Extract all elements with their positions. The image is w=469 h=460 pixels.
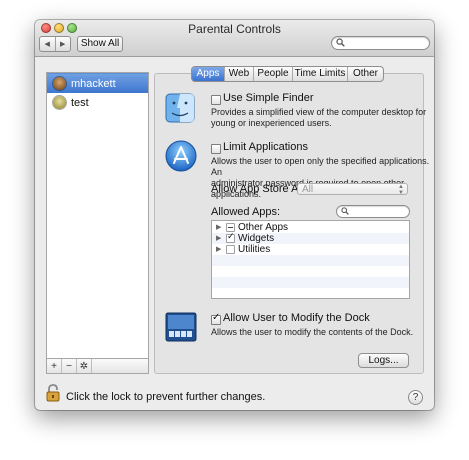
list-item-widgets[interactable]: ▶ Widgets [212, 231, 409, 244]
list-item-label: Utilities [238, 244, 271, 255]
forward-button[interactable]: ▶ [54, 37, 71, 51]
preferences-search-input[interactable] [346, 37, 422, 49]
widgets-checkbox[interactable] [226, 231, 235, 243]
search-icon [341, 207, 349, 215]
list-item-utilities[interactable]: ▶ Utilities [212, 244, 409, 255]
disclosure-triangle-icon[interactable]: ▶ [216, 245, 221, 253]
description-line: young or inexperienced users. [211, 118, 332, 128]
limit-applications-label: Limit Applications [223, 141, 308, 153]
parental-controls-window: Parental Controls ◀ ▶ Show All mhackett … [35, 20, 434, 410]
select-value: All [302, 184, 314, 195]
user-row-test[interactable]: test [47, 93, 148, 112]
utilities-checkbox[interactable] [226, 245, 235, 254]
preferences-search-field[interactable] [331, 36, 430, 50]
allowed-apps-search-field[interactable] [336, 205, 410, 218]
empty-row [212, 266, 409, 277]
list-item-other-apps[interactable]: ▶ Other Apps [212, 222, 409, 233]
user-name: mhackett [71, 77, 116, 90]
back-arrow-icon: ◀ [44, 41, 50, 48]
title-bar: Parental Controls ◀ ▶ Show All [35, 20, 434, 57]
limit-applications-checkbox[interactable] [211, 144, 221, 154]
gear-icon: ✲ [79, 360, 89, 372]
empty-row [212, 277, 409, 288]
user-row-mhackett[interactable]: mhackett [47, 73, 148, 93]
select-arrows-icon: ▲ ▼ [398, 184, 404, 196]
user-action-button[interactable]: ✲ [77, 359, 92, 373]
allowed-apps-label: Allowed Apps: [211, 206, 281, 218]
modify-dock-description: Allows the user to modify the contents o… [211, 327, 414, 337]
plus-icon: + [51, 360, 57, 372]
minus-icon: − [66, 360, 72, 372]
user-name: test [71, 96, 89, 109]
allowed-apps-list: ▶ Other Apps ▶ Widgets ▶ Utilities [211, 220, 410, 299]
tab-other[interactable]: Other [347, 67, 383, 81]
back-button[interactable]: ◀ [40, 37, 55, 51]
dock-icon [165, 312, 197, 342]
simple-finder-checkbox[interactable] [211, 95, 221, 105]
user-list-footer: + − ✲ [47, 358, 148, 373]
help-button[interactable]: ? [408, 390, 423, 405]
tab-bar: Apps Web People Time Limits Other [191, 66, 384, 82]
remove-user-button[interactable]: − [62, 359, 77, 373]
description-line: Provides a simplified view of the comput… [211, 107, 427, 117]
search-icon [336, 38, 345, 47]
disclosure-triangle-icon[interactable]: ▶ [216, 223, 221, 231]
window-title: Parental Controls [188, 22, 281, 36]
add-user-button[interactable]: + [47, 359, 62, 373]
empty-row [212, 255, 409, 266]
user-avatar-icon [53, 77, 66, 90]
user-list: mhackett test + − ✲ [46, 72, 149, 374]
description-line: Allows the user to open only the specifi… [211, 156, 430, 177]
simple-finder-description: Provides a simplified view of the comput… [211, 107, 426, 129]
list-item-label: Other Apps [238, 222, 289, 233]
user-avatar-icon [53, 96, 66, 109]
show-all-button[interactable]: Show All [77, 36, 123, 52]
finder-icon [165, 93, 195, 123]
app-store-apps-select[interactable]: All ▲ ▼ [297, 183, 408, 196]
tab-web[interactable]: Web [224, 67, 253, 81]
tab-time-limits[interactable]: Time Limits [292, 67, 347, 81]
disclosure-triangle-icon[interactable]: ▶ [216, 234, 221, 242]
simple-finder-label: Use Simple Finder [223, 92, 314, 104]
lock-icon[interactable] [46, 384, 60, 402]
modify-dock-label: Allow User to Modify the Dock [223, 312, 370, 324]
tab-apps[interactable]: Apps [192, 67, 224, 81]
lock-message: Click the lock to prevent further change… [66, 391, 266, 403]
logs-button[interactable]: Logs... [358, 353, 409, 368]
app-store-icon [165, 140, 197, 172]
allowed-apps-search-input[interactable] [351, 206, 405, 217]
list-item-label: Widgets [238, 233, 275, 244]
tab-people[interactable]: People [253, 67, 292, 81]
empty-row [212, 288, 409, 298]
forward-arrow-icon: ▶ [60, 41, 66, 48]
back-forward-control: ◀ ▶ [39, 36, 71, 52]
modify-dock-checkbox[interactable] [211, 312, 221, 325]
